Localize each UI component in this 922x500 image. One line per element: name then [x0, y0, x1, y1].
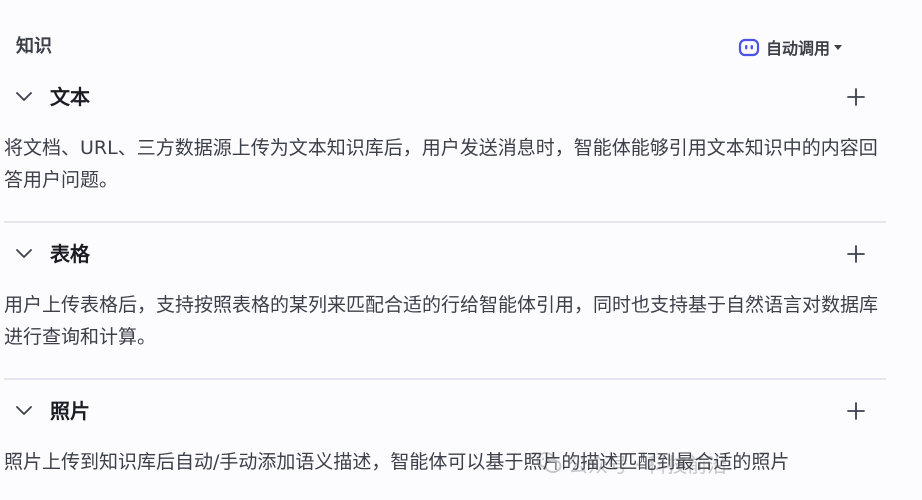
- auto-call-label: 自动调用: [766, 39, 831, 58]
- knowledge-header: 知识 自动调用: [0, 0, 922, 92]
- group-description: 照片上传到知识库后自动/手动添加语义描述，智能体可以基于照片的描述匹配到最合适的…: [4, 451, 790, 473]
- group-name: 文本: [50, 85, 90, 109]
- group-name: 表格: [50, 242, 90, 266]
- group-description: 将文档、URL、三方数据源上传为文本知识库后，用户发送消息时，智能体能够引用文本…: [4, 137, 878, 191]
- divider: [4, 221, 886, 223]
- group-name: 照片: [50, 399, 90, 423]
- caret-down-icon: [834, 45, 843, 50]
- group-header-text[interactable]: 文本: [0, 81, 890, 113]
- bot-icon: [738, 38, 760, 57]
- divider: [4, 378, 886, 380]
- chevron-down-icon[interactable]: [14, 89, 34, 105]
- add-icon[interactable]: [846, 401, 866, 421]
- auto-call-dropdown[interactable]: 自动调用: [738, 35, 843, 59]
- group-description: 用户上传表格后，支持按照表格的某列来匹配合适的行给智能体引用，同时也支持基于自然…: [4, 294, 879, 348]
- add-icon[interactable]: [846, 87, 866, 107]
- group-header-table[interactable]: 表格: [0, 238, 890, 270]
- chevron-down-icon[interactable]: [14, 403, 34, 419]
- section-title: 知识: [16, 36, 52, 57]
- add-icon[interactable]: [846, 244, 866, 264]
- chevron-down-icon[interactable]: [14, 246, 34, 262]
- group-header-photo[interactable]: 照片: [0, 395, 890, 427]
